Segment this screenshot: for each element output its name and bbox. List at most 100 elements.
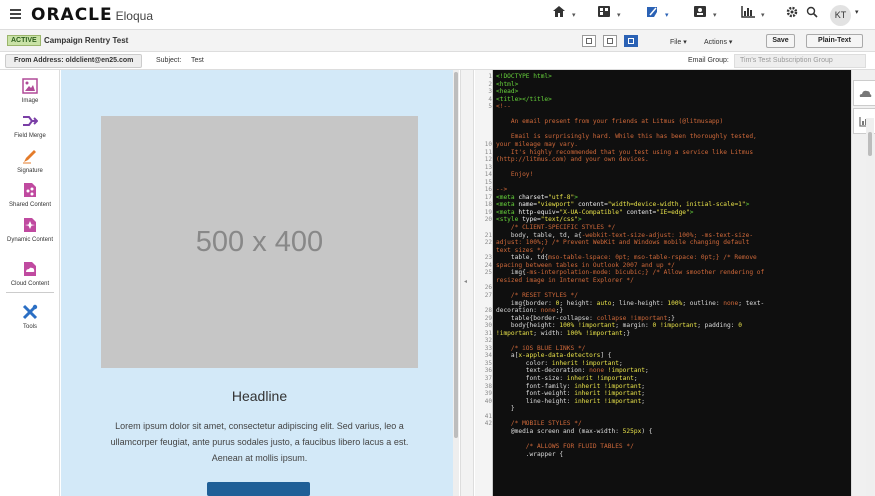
- code-token: content=: [574, 201, 608, 209]
- code-line: @media screen and (max-width: 525px) {: [496, 428, 653, 436]
- actions-menu[interactable]: Actions ▾: [704, 38, 732, 46]
- line-number: 10: [484, 140, 492, 148]
- sidebar-item-shared-content[interactable]: Shared Content: [0, 182, 60, 209]
- line-number: 1: [488, 73, 492, 80]
- actions-menu-label: Actions: [704, 39, 727, 46]
- sidebar-item-dynamic-content[interactable]: Dynamic Content: [0, 217, 60, 244]
- line-number: 29: [484, 314, 492, 322]
- code-line: table{border-collapse: collapse !importa…: [496, 315, 675, 323]
- email-design-canvas[interactable]: 500 x 400 Headline Lorem ipsum dolor sit…: [61, 70, 453, 496]
- code-token: none: [723, 299, 739, 307]
- canvas-scrollbar[interactable]: [453, 70, 459, 496]
- layout-split-button[interactable]: [624, 35, 638, 47]
- code-line: <html>: [496, 81, 518, 89]
- brand-name: ORACLE: [31, 5, 113, 25]
- code-token: 0 !important: [652, 322, 698, 330]
- line-number: 39: [484, 390, 492, 398]
- top-bar: ORACLE Eloqua ▾ ▾ ▾ ▾ ▾ KT ▾: [0, 0, 875, 30]
- email-cta-button[interactable]: [207, 482, 310, 496]
- file-menu[interactable]: File ▾: [670, 38, 687, 46]
- code-line: body{height: 100% !important; margin: 0 …: [496, 322, 742, 330]
- line-number: 12: [484, 156, 492, 164]
- line-number: 30: [484, 322, 492, 330]
- code-token: 525px: [622, 427, 642, 435]
- line-number: 16: [484, 186, 492, 194]
- sidebar-item-tools[interactable]: Tools: [0, 304, 60, 331]
- line-number: 40: [484, 397, 492, 405]
- sidebar-label-shared-content: Shared Content: [8, 202, 52, 208]
- cloud-icon: [859, 90, 872, 97]
- code-line: -->: [496, 186, 507, 194]
- line-number: 20: [484, 216, 492, 224]
- line-number: 25: [484, 269, 492, 277]
- code-line: Enjoy!: [496, 171, 533, 179]
- line-number: 42: [484, 420, 492, 428]
- sidebar-item-signature[interactable]: Signature: [0, 148, 60, 175]
- code-line: <meta name="viewport" content="width=dev…: [496, 201, 749, 209]
- split-pane-divider[interactable]: ◂: [460, 70, 474, 496]
- save-button[interactable]: Save: [766, 34, 795, 48]
- code-token: 0: [738, 322, 742, 330]
- code-token: charset=: [518, 193, 549, 201]
- email-group-select[interactable]: Tim's Test Subscription Group: [734, 54, 866, 68]
- layout-bottom-button[interactable]: [603, 35, 617, 47]
- home-icon[interactable]: ▾: [552, 5, 580, 25]
- code-line: An email present from your friends at Li…: [496, 118, 723, 126]
- avatar-chevron-down-icon[interactable]: ▾: [855, 8, 875, 28]
- code-token: >: [745, 201, 750, 209]
- code-token: ;: [645, 367, 649, 375]
- code-token: font-size:: [496, 375, 567, 382]
- code-token: ; outline:: [682, 299, 724, 307]
- image-icon: [22, 78, 38, 94]
- code-token: >: [689, 208, 694, 216]
- code-token: ;: [641, 382, 646, 390]
- code-line: /* CLIENT-SPECIFIC STYLES */: [496, 224, 615, 232]
- image-placeholder[interactable]: 500 x 400: [101, 116, 418, 368]
- code-token: ; padding:: [697, 322, 739, 330]
- line-number: 3: [488, 88, 492, 96]
- plain-text-button[interactable]: Plain-Text: [806, 34, 863, 48]
- code-line: text sizes */: [496, 247, 544, 255]
- code-token: ; text-: [738, 299, 765, 307]
- code-line: }: [496, 405, 515, 413]
- campaigns-icon[interactable]: ▾: [645, 5, 673, 25]
- code-token: ;: [641, 397, 646, 405]
- sidebar-item-image[interactable]: Image: [0, 78, 60, 105]
- assets-icon[interactable]: ▾: [597, 5, 625, 25]
- insight-icon[interactable]: ▾: [741, 5, 769, 25]
- html-code-editor[interactable]: <!DOCTYPE html> <html> <head> <title></titl…: [493, 70, 851, 496]
- from-address-button[interactable]: From Address: oldclient@en25.com: [5, 54, 143, 68]
- contacts-icon[interactable]: ▾: [693, 5, 721, 25]
- code-token: inherit !important: [574, 397, 642, 405]
- code-scrollbar[interactable]: [866, 118, 874, 496]
- code-gutter: 1 2 3 4 5 10 11 12 13 14 15 16 17 18 19 20 21 22 23 24 25 26 2…: [475, 70, 493, 496]
- cloud-tab[interactable]: [853, 80, 875, 106]
- app-logo: ORACLE Eloqua: [31, 5, 153, 25]
- code-token: x-apple-data-detectors: [518, 352, 601, 360]
- subject-input[interactable]: Test: [191, 57, 204, 64]
- code-token: /* RESET STYLES */: [496, 291, 578, 299]
- sidebar-item-field-merge[interactable]: Field Merge: [0, 113, 60, 140]
- code-token: inherit !important: [574, 390, 642, 398]
- user-avatar[interactable]: KT: [830, 5, 851, 26]
- layout-single-button[interactable]: [582, 35, 596, 47]
- line-number: 2: [488, 80, 492, 88]
- code-token: 100% !important: [566, 329, 623, 337]
- hamburger-menu-icon[interactable]: [10, 7, 21, 21]
- code-token: <meta: [496, 193, 519, 201]
- code-token: Enjoy!: [496, 171, 534, 179]
- code-line: <meta http-equiv="X-UA-Compatible" conte…: [496, 209, 693, 217]
- code-token: text sizes */: [496, 246, 545, 254]
- code-line: It's highly recommended that you test us…: [496, 149, 753, 157]
- code-token: /* CLIENT-SPECIFIC STYLES */: [496, 224, 616, 231]
- email-headline[interactable]: Headline: [101, 388, 418, 404]
- sidebar-label-field-merge: Field Merge: [14, 133, 46, 139]
- divider-handle-icon[interactable]: ◂: [464, 278, 467, 285]
- code-line: /* iOS BLUE LINKS */: [496, 345, 586, 353]
- email-body-text[interactable]: Lorem ipsum dolor sit amet, consectetur …: [97, 418, 422, 466]
- code-token: "width=device-width, initial-scale=1": [607, 201, 746, 209]
- code-token: ; margin:: [615, 322, 653, 330]
- code-line: line-height: inherit !important;: [496, 398, 645, 406]
- sidebar-item-cloud-content[interactable]: Cloud Content: [0, 261, 60, 288]
- code-token: none: [589, 367, 605, 375]
